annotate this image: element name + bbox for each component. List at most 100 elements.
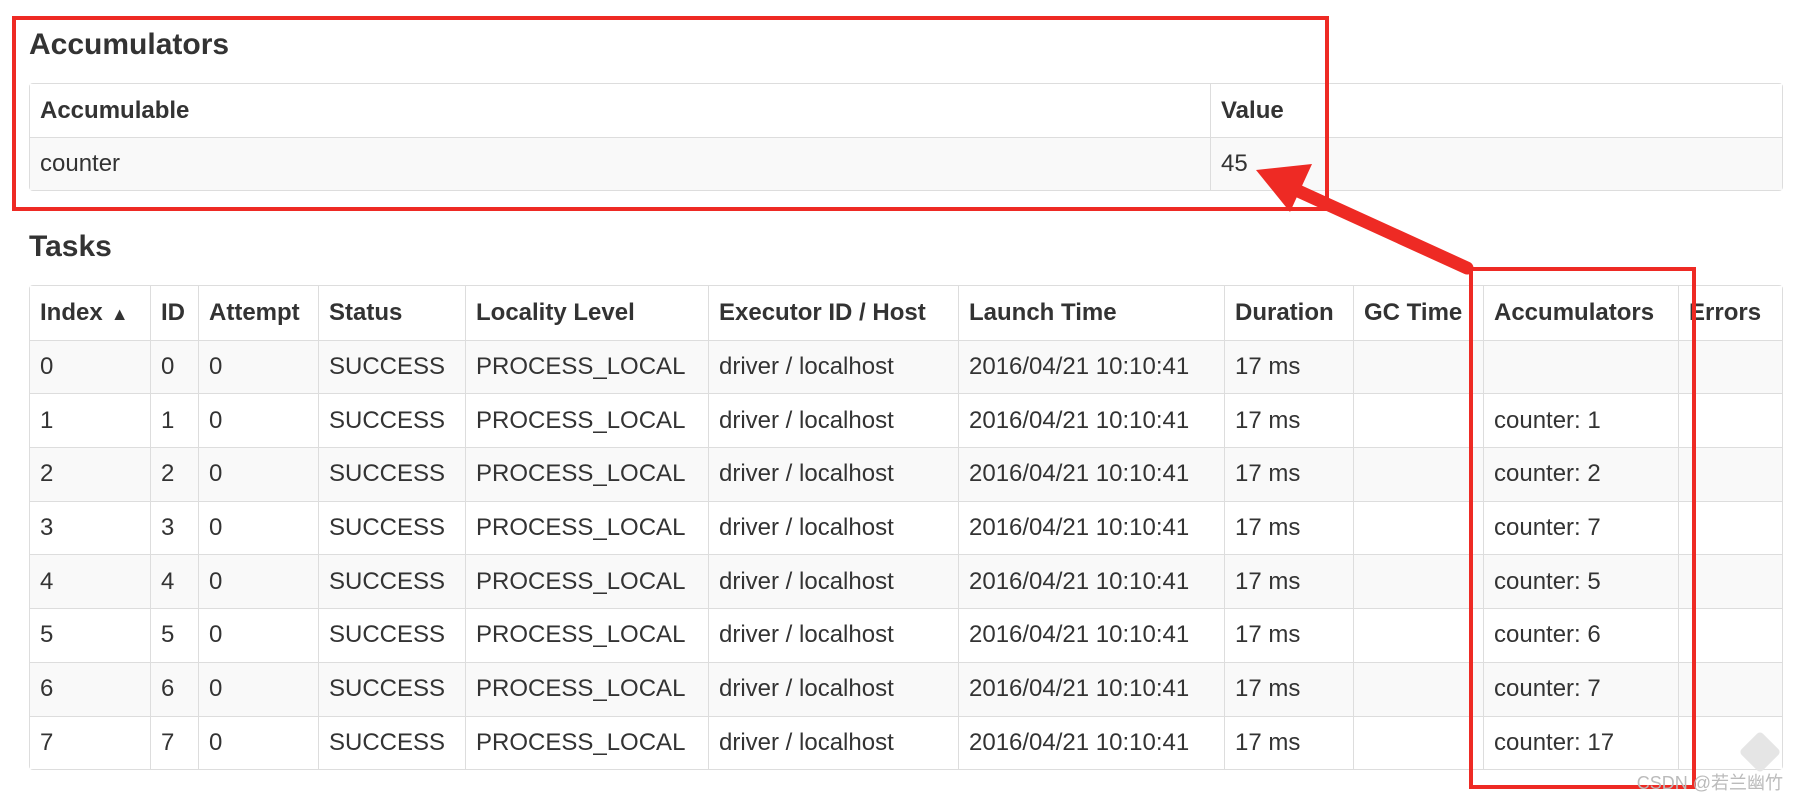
executor-host-cell: driver / localhost (708, 339, 958, 394)
accumulators-cell: counter: 5 (1483, 554, 1678, 609)
accumulators-cell: counter: 7 (1483, 661, 1678, 716)
column-header-executor-host[interactable]: Executor ID / Host (708, 286, 958, 340)
attempt-cell: 0 (198, 500, 318, 555)
duration-cell: 17 ms (1224, 715, 1353, 770)
attempt-cell: 0 (198, 393, 318, 448)
column-header-status[interactable]: Status (318, 286, 465, 340)
tasks-title: Tasks (29, 230, 112, 263)
column-header-value[interactable]: Value (1210, 84, 1782, 137)
locality-level-cell: PROCESS_LOCAL (465, 393, 708, 448)
launch-time-cell: 2016/04/21 10:10:41 (958, 393, 1224, 448)
column-header-errors[interactable]: Errors (1678, 286, 1782, 340)
id-cell: 4 (150, 554, 198, 609)
attempt-cell: 0 (198, 554, 318, 609)
column-header-id[interactable]: ID (150, 286, 198, 340)
table-row: 0 0 0 SUCCESS PROCESS_LOCAL driver / localhos… (30, 339, 1782, 394)
gc-time-cell (1353, 447, 1483, 501)
launch-time-cell: 2016/04/21 10:10:41 (958, 715, 1224, 770)
column-header-attempt[interactable]: Attempt (198, 286, 318, 340)
status-cell: SUCCESS (318, 500, 465, 555)
attempt-cell: 0 (198, 715, 318, 770)
executor-host-cell: driver / localhost (708, 447, 958, 501)
gc-time-cell (1353, 661, 1483, 716)
table-row: counter 45 (30, 137, 1782, 190)
id-cell: 7 (150, 715, 198, 770)
status-cell: SUCCESS (318, 661, 465, 716)
sort-ascending-icon: ▲ (110, 303, 129, 324)
duration-cell: 17 ms (1224, 554, 1353, 609)
accumulable-value: 45 (1210, 137, 1782, 190)
gc-time-cell (1353, 608, 1483, 662)
launch-time-cell: 2016/04/21 10:10:41 (958, 554, 1224, 609)
accumulators-title: Accumulators (29, 28, 230, 61)
column-header-launch-time[interactable]: Launch Time (958, 286, 1224, 340)
id-cell: 6 (150, 661, 198, 716)
annotation-arrow-shaft (1289, 183, 1474, 275)
column-header-accumulators[interactable]: Accumulators (1483, 286, 1678, 340)
id-cell: 5 (150, 608, 198, 662)
column-header-duration[interactable]: Duration (1224, 286, 1353, 340)
id-cell: 0 (150, 339, 198, 394)
table-row: 4 4 0 SUCCESS PROCESS_LOCAL driver / localhos… (30, 554, 1782, 609)
launch-time-cell: 2016/04/21 10:10:41 (958, 608, 1224, 662)
errors-cell (1678, 393, 1782, 448)
executor-host-cell: driver / localhost (708, 554, 958, 609)
accumulators-cell: counter: 2 (1483, 447, 1678, 501)
locality-level-cell: PROCESS_LOCAL (465, 661, 708, 716)
table-row: 2 2 0 SUCCESS PROCESS_LOCAL driver / localhos… (30, 447, 1782, 501)
launch-time-cell: 2016/04/21 10:10:41 (958, 447, 1224, 501)
table-row: 5 5 0 SUCCESS PROCESS_LOCAL driver / localhos… (30, 608, 1782, 662)
attempt-cell: 0 (198, 447, 318, 501)
duration-cell: 17 ms (1224, 393, 1353, 448)
executor-host-cell: driver / localhost (708, 500, 958, 555)
tasks-table: Index ▲ ID Attempt Status Locality Level … (29, 285, 1783, 771)
attempt-cell: 0 (198, 661, 318, 716)
locality-level-cell: PROCESS_LOCAL (465, 447, 708, 501)
column-header-index[interactable]: Index ▲ (30, 286, 150, 340)
index-cell: 0 (30, 339, 150, 394)
launch-time-cell: 2016/04/21 10:10:41 (958, 339, 1224, 394)
launch-time-cell: 2016/04/21 10:10:41 (958, 500, 1224, 555)
index-cell: 1 (30, 393, 150, 448)
table-row: 1 1 0 SUCCESS PROCESS_LOCAL driver / localhos… (30, 393, 1782, 448)
gc-time-cell (1353, 500, 1483, 555)
errors-cell (1678, 500, 1782, 555)
accumulators-cell (1483, 339, 1678, 394)
table-row: 3 3 0 SUCCESS PROCESS_LOCAL driver / localhos… (30, 500, 1782, 555)
duration-cell: 17 ms (1224, 339, 1353, 394)
attempt-cell: 0 (198, 608, 318, 662)
errors-cell (1678, 608, 1782, 662)
index-cell: 7 (30, 715, 150, 770)
accumulators-cell: counter: 1 (1483, 393, 1678, 448)
id-cell: 3 (150, 500, 198, 555)
executor-host-cell: driver / localhost (708, 608, 958, 662)
locality-level-cell: PROCESS_LOCAL (465, 608, 708, 662)
errors-cell (1678, 554, 1782, 609)
index-cell: 2 (30, 447, 150, 501)
locality-level-cell: PROCESS_LOCAL (465, 500, 708, 555)
locality-level-cell: PROCESS_LOCAL (465, 554, 708, 609)
gc-time-cell (1353, 393, 1483, 448)
watermark: CSDN @若兰幽竹 (1636, 773, 1783, 793)
index-cell: 5 (30, 608, 150, 662)
id-cell: 1 (150, 393, 198, 448)
status-cell: SUCCESS (318, 339, 465, 394)
index-cell: 3 (30, 500, 150, 555)
accumulators-cell: counter: 17 (1483, 715, 1678, 770)
duration-cell: 17 ms (1224, 608, 1353, 662)
column-header-gc-time[interactable]: GC Time (1353, 286, 1483, 340)
index-cell: 4 (30, 554, 150, 609)
accumulators-cell: counter: 7 (1483, 500, 1678, 555)
gc-time-cell (1353, 339, 1483, 394)
accumulable-name: counter (30, 137, 1210, 190)
duration-cell: 17 ms (1224, 500, 1353, 555)
status-cell: SUCCESS (318, 447, 465, 501)
column-header-index-label: Index (40, 298, 103, 326)
table-row: 6 6 0 SUCCESS PROCESS_LOCAL driver / localhos… (30, 661, 1782, 716)
locality-level-cell: PROCESS_LOCAL (465, 715, 708, 770)
executor-host-cell: driver / localhost (708, 661, 958, 716)
errors-cell (1678, 447, 1782, 501)
column-header-accumulable[interactable]: Accumulable (30, 84, 1210, 137)
table-header-row: Index ▲ ID Attempt Status Locality Level … (30, 286, 1782, 340)
column-header-locality-level[interactable]: Locality Level (465, 286, 708, 340)
